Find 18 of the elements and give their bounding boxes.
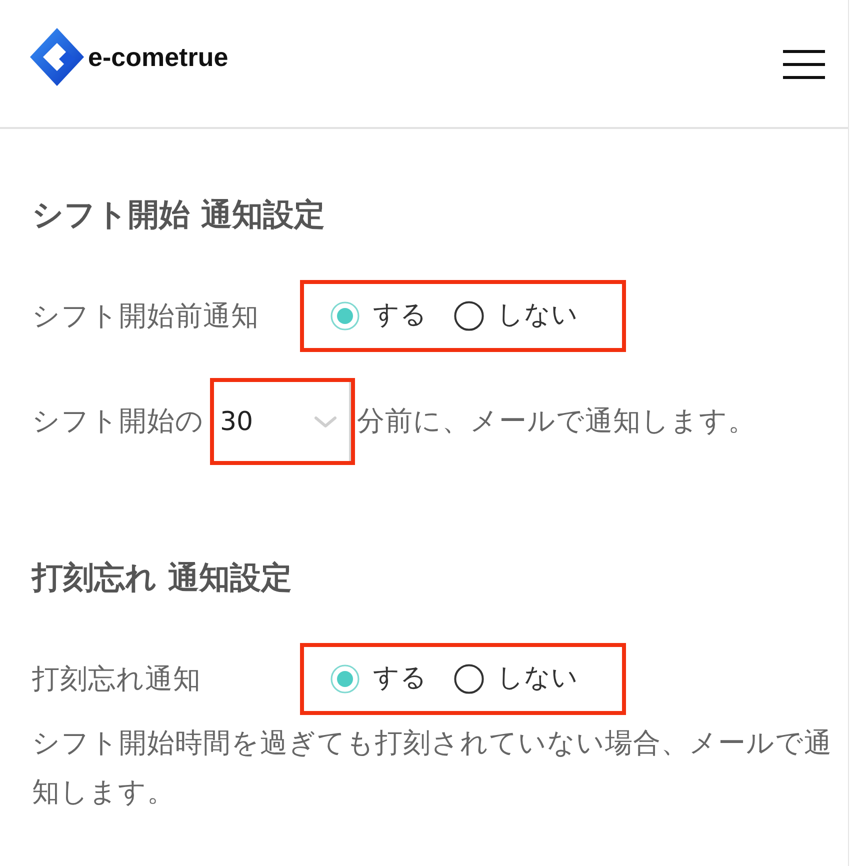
radio-button[interactable] [454,664,484,694]
option-label: しない [497,663,578,695]
logo-text: e-cometrue [88,44,228,70]
setting-label: 打刻忘れ通知 [32,662,202,696]
setting-text: シフト開始の [32,405,204,438]
description-text: シフト開始時間を過ぎても打刻されていない場合、メールで通知します。 [32,726,833,810]
option-label: する [373,663,427,695]
select-field[interactable]: 30 [214,382,351,461]
logo-icon [30,28,84,86]
setting-label: シフト開始前通知 [32,300,260,332]
section-heading: 打刻忘れ 通知設定 [32,559,293,598]
option-label: する [373,300,427,332]
menu-icon[interactable] [783,50,825,79]
option-label: しない [497,300,578,332]
chevron-down-icon [314,416,337,428]
radio-button[interactable] [454,301,484,331]
section-heading: シフト開始 通知設定 [32,196,326,235]
setting-text: 分前に、メールで通知します。 [357,405,756,438]
